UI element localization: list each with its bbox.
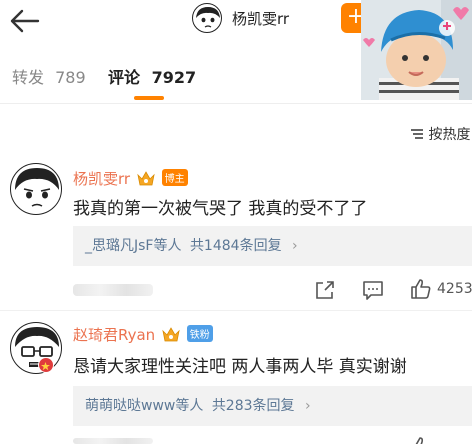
active-tab-indicator <box>134 96 164 100</box>
tab-comment-count: 7927 <box>151 68 197 87</box>
back-button[interactable] <box>8 6 42 36</box>
share-button[interactable] <box>314 279 336 301</box>
replies-users: 萌萌哒哒www等人 <box>85 398 204 414</box>
comment-text: 恳请大家理性关注吧 两人事两人毕 真实谢谢 <box>73 357 407 377</box>
blurred-timestamp <box>73 438 153 444</box>
comment-avatar[interactable] <box>10 163 62 215</box>
tab-comment[interactable]: 评论 7927 <box>108 64 196 88</box>
comment-author[interactable]: 赵琦君Ryan 铁粉 <box>73 324 213 345</box>
arrow-left-icon <box>10 9 40 33</box>
comment-avatar[interactable] <box>10 322 62 374</box>
sort-toggle[interactable]: 按热度 <box>410 124 470 144</box>
comment-separator <box>0 310 472 311</box>
tab-repost[interactable]: 转发 789 <box>12 64 86 88</box>
author-badge: 博主 <box>161 169 188 186</box>
comment-icon <box>363 281 383 300</box>
comment-author-name: 赵琦君Ryan <box>73 326 156 344</box>
comment-author[interactable]: 杨凯雯rr 博主 <box>73 168 188 189</box>
comment-author-name: 杨凯雯rr <box>73 170 131 188</box>
tab-comment-label: 评论 <box>108 68 141 87</box>
like-button[interactable] <box>410 436 432 444</box>
tab-bar: 转发 789 评论 7927 <box>0 58 472 102</box>
header-title: 杨凯雯rr <box>232 10 290 28</box>
divider <box>0 103 472 104</box>
replies-preview[interactable]: _思璐凡JsF等人 共1484条回复 › <box>73 226 472 266</box>
sort-label: 按热度 <box>428 127 471 143</box>
top-bar: 杨凯雯rr + <box>0 0 472 100</box>
header-avatar[interactable] <box>192 3 222 33</box>
share-icon <box>316 281 334 299</box>
chevron-right-icon: › <box>292 238 298 254</box>
thumbs-up-icon <box>415 437 424 444</box>
replies-count: 共1484条回复 <box>189 238 282 254</box>
tab-repost-count: 789 <box>55 68 86 87</box>
tab-repost-label: 转发 <box>12 68 45 87</box>
chevron-right-icon: › <box>305 398 311 414</box>
replies-count: 共283条回复 <box>211 398 295 414</box>
crown-icon <box>162 326 180 342</box>
blurred-timestamp <box>73 284 153 296</box>
verified-badge-icon <box>38 357 54 373</box>
replies-users: _思璐凡JsF等人 <box>85 238 182 254</box>
fan-badge: 铁粉 <box>186 325 213 342</box>
like-button[interactable] <box>410 278 432 300</box>
crown-icon <box>137 170 155 186</box>
thumbs-up-icon <box>411 279 431 299</box>
reply-button[interactable] <box>362 279 384 301</box>
comment-text: 我真的第一次被气哭了 我真的受不了了 <box>73 199 368 219</box>
replies-preview[interactable]: 萌萌哒哒www等人 共283条回复 › <box>73 386 472 426</box>
like-count: 4253 <box>437 281 472 297</box>
sort-icon <box>410 128 424 144</box>
